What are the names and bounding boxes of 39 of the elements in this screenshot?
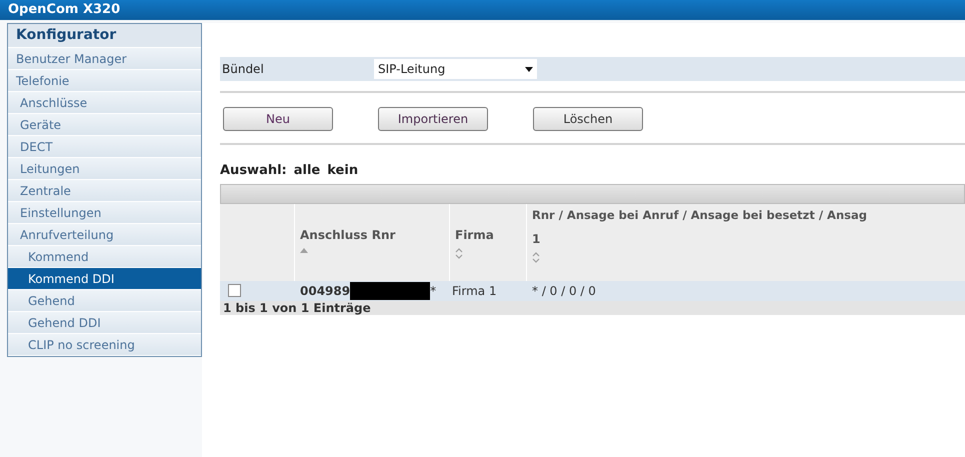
caret-icon [525, 66, 533, 72]
column-subtitle: 1 [532, 230, 542, 248]
toolbar-button[interactable]: Neu [223, 107, 333, 131]
table-footer: 1 bis 1 von 1 Einträge [220, 300, 965, 314]
sidebar-item[interactable]: Telefonie [8, 70, 201, 92]
select-none-link[interactable]: kein [327, 161, 358, 180]
sort-ascending-icon[interactable] [300, 248, 308, 252]
row-checkbox[interactable] [228, 284, 241, 297]
sort-icon[interactable] [455, 248, 463, 258]
column-title: Anschluss Rnr [300, 226, 396, 244]
select-all-link[interactable]: alle [294, 161, 320, 180]
table-row[interactable]: 004989 * Firma 1 * / 0 / 0 / 0 [220, 280, 965, 300]
column-title: Rnr / Ansage bei Anruf / Ansage bei besetzt / Ansag [532, 206, 868, 224]
sidebar-item[interactable]: Kommend [8, 246, 201, 268]
sidebar-item[interactable]: CLIP no screening [8, 334, 201, 356]
selection-label: Auswahl: [220, 162, 287, 180]
app-header: OpenCom X320 [0, 0, 965, 20]
sidebar-item[interactable]: Geräte [8, 114, 201, 136]
table-cell-text: Firma 1 [451, 282, 498, 300]
sidebar-item[interactable]: Einstellungen [8, 202, 201, 224]
sidebar-title: Konfigurator [8, 24, 201, 48]
sidebar-item[interactable]: Anrufverteilung [8, 224, 201, 246]
sidebar-item[interactable]: Benutzer Manager [8, 48, 201, 70]
column-title: Firma [455, 226, 495, 244]
bundle-dropdown[interactable]: SIP-Leitung [374, 59, 537, 79]
sidebar-item[interactable]: Kommend DDI [8, 268, 201, 290]
sidebar-item[interactable]: Leitungen [8, 158, 201, 180]
sidebar-item[interactable]: DECT [8, 136, 201, 158]
table-cell-text: 004989 [300, 282, 350, 300]
sidebar-item[interactable]: Gehend DDI [8, 312, 201, 334]
sidebar-item[interactable]: Zentrale [8, 180, 201, 202]
toolbar-button[interactable]: Löschen [533, 107, 643, 131]
table-cell-text: * / 0 / 0 / 0 [531, 282, 596, 300]
toolbar-button[interactable]: Importieren [378, 107, 488, 131]
filter-label: Bündel [222, 61, 265, 78]
table-cell-text: * [430, 282, 436, 300]
sidebar-item[interactable]: Anschlüsse [8, 92, 201, 114]
sort-icon[interactable] [532, 252, 540, 263]
sidebar-item[interactable]: Gehend [8, 290, 201, 312]
